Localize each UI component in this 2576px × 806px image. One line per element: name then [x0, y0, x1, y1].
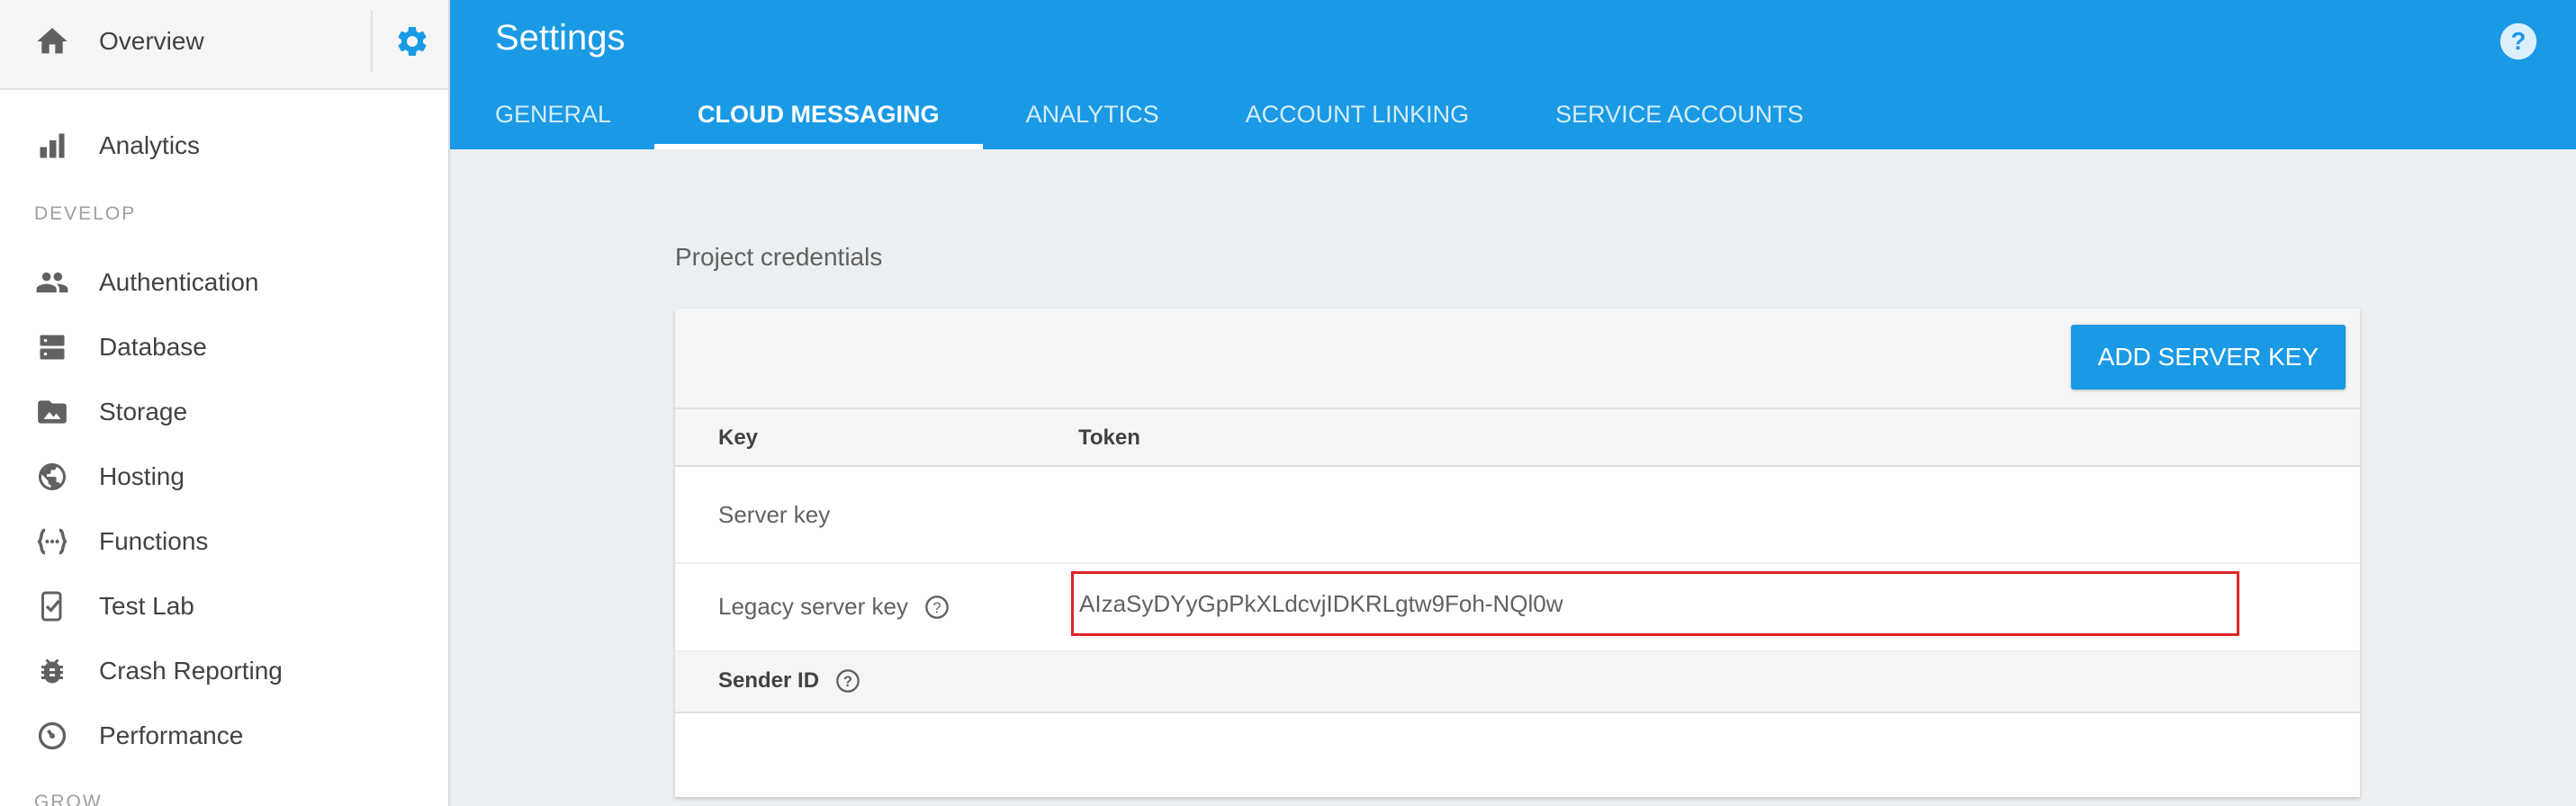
- sender-id-row: Sender ID ?: [675, 652, 2360, 713]
- add-server-key-button[interactable]: ADD SERVER KEY: [2070, 325, 2346, 390]
- table-header: Key Token: [675, 409, 2360, 467]
- image-icon: [34, 394, 70, 430]
- svg-text:?: ?: [843, 674, 852, 690]
- help-icon[interactable]: ?: [2499, 22, 2538, 61]
- section-label-grow: GROW: [34, 792, 103, 806]
- tab-analytics[interactable]: ANALYTICS: [983, 90, 1202, 149]
- bar-chart-icon: [34, 128, 70, 164]
- sidebar-item-authentication[interactable]: Authentication: [34, 260, 258, 305]
- sidebar-item-label: Overview: [99, 27, 204, 55]
- sidebar: Overview Analytics DEVELOP Authenticatio…: [0, 0, 450, 806]
- sidebar-item-label: Test Lab: [99, 592, 194, 620]
- legacy-server-key-label: Legacy server key: [718, 593, 908, 620]
- sidebar-item-label: Database: [99, 333, 207, 361]
- sidebar-item-functions[interactable]: Functions: [34, 519, 208, 564]
- sidebar-item-database[interactable]: Database: [34, 325, 207, 370]
- sidebar-item-test-lab[interactable]: Test Lab: [34, 584, 194, 629]
- column-header-token: Token: [1078, 425, 1140, 450]
- sender-id-label: Sender ID: [718, 668, 820, 693]
- bug-icon: [34, 653, 70, 689]
- test-lab-icon: [34, 588, 70, 624]
- table-row: Server key: [675, 467, 2360, 564]
- sender-id-cell: Sender ID ?: [718, 668, 860, 694]
- help-circle-icon[interactable]: ?: [835, 668, 860, 694]
- tab-account-linking[interactable]: ACCOUNT LINKING: [1202, 90, 1513, 149]
- sidebar-item-crash-reporting[interactable]: Crash Reporting: [34, 649, 283, 694]
- sidebar-item-label: Crash Reporting: [99, 657, 283, 685]
- section-title: Project credentials: [675, 243, 883, 271]
- sidebar-item-label: Authentication: [99, 268, 259, 296]
- card-toolbar: ADD SERVER KEY: [675, 309, 2360, 409]
- sidebar-item-analytics[interactable]: Analytics: [34, 123, 200, 168]
- sidebar-header: Overview: [0, 0, 448, 90]
- sidebar-item-label: Hosting: [99, 462, 185, 490]
- svg-text:?: ?: [2511, 27, 2526, 55]
- sidebar-item-overview[interactable]: Overview: [34, 23, 204, 59]
- tab-bar: GENERAL CLOUD MESSAGING ANALYTICS ACCOUN…: [450, 90, 1847, 149]
- divider: [371, 11, 373, 72]
- tab-service-accounts[interactable]: SERVICE ACCOUNTS: [1512, 90, 1847, 149]
- globe-icon: [34, 459, 70, 495]
- sidebar-item-hosting[interactable]: Hosting: [34, 454, 185, 499]
- functions-icon: [34, 524, 70, 560]
- app-header: Settings ? GENERAL CLOUD MESSAGING ANALY…: [450, 0, 2576, 149]
- column-header-key: Key: [718, 425, 759, 450]
- svg-text:?: ?: [932, 599, 941, 615]
- sidebar-item-performance[interactable]: Performance: [34, 713, 243, 758]
- home-icon: [37, 28, 68, 54]
- sidebar-item-storage[interactable]: Storage: [34, 390, 187, 434]
- legacy-server-key-token[interactable]: AIzaSyDYyGpPkXLdcvjIDKRLgtw9Foh-NQl0w: [1071, 571, 2239, 636]
- table-row: Legacy server key ? AIzaSyDYyGpPkXLdcvjI…: [675, 564, 2360, 652]
- help-circle-icon[interactable]: ?: [924, 595, 950, 620]
- gauge-icon: [34, 718, 70, 754]
- tab-cloud-messaging[interactable]: CLOUD MESSAGING: [654, 90, 983, 149]
- sidebar-item-label: Analytics: [99, 131, 201, 159]
- server-key-label: Server key: [718, 501, 831, 528]
- sidebar-item-label: Functions: [99, 527, 209, 555]
- tab-general[interactable]: GENERAL: [450, 90, 654, 149]
- database-icon: [34, 329, 70, 365]
- page-title: Settings: [495, 18, 626, 58]
- sidebar-item-label: Performance: [99, 721, 244, 749]
- sidebar-item-label: Storage: [99, 398, 188, 425]
- section-label-develop: DEVELOP: [34, 203, 137, 224]
- credentials-card: ADD SERVER KEY Key Token Server key Lega…: [675, 309, 2360, 797]
- gear-icon[interactable]: [394, 23, 430, 59]
- legacy-server-key-cell: Legacy server key ?: [718, 593, 950, 621]
- people-icon: [34, 264, 70, 300]
